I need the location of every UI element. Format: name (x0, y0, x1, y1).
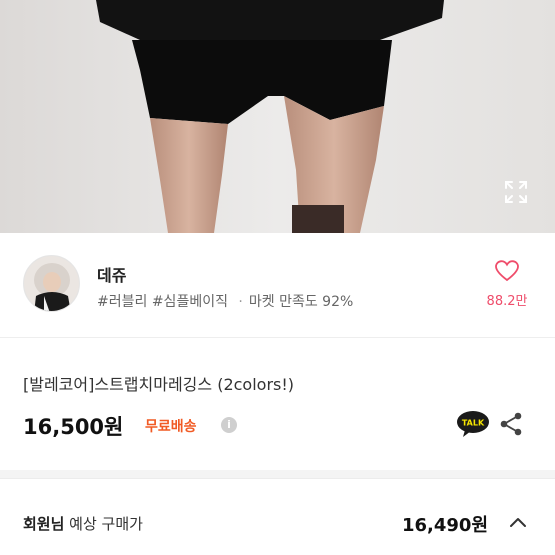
info-icon[interactable]: i (221, 417, 237, 433)
tag-lovely[interactable]: #러블리 (97, 294, 147, 310)
share-icon[interactable] (498, 411, 524, 437)
member-price-label: 회원님 예상 구매가 (23, 513, 143, 534)
tag-simple-basic[interactable]: #심플베이직 (152, 294, 228, 310)
member-label-rest: 예상 구매가 (64, 515, 143, 533)
product-price: 16,500원 (23, 415, 124, 439)
product-image[interactable] (0, 0, 555, 233)
talk-bubble-icon: TALK (457, 411, 489, 437)
seller-name[interactable]: 데쥬 (97, 262, 126, 286)
free-shipping-label: 무료배송 (145, 419, 197, 435)
talk-label: TALK (462, 419, 485, 428)
product-info: [발레코어]스트랩치마레깅스 (2colors!) 16,500원 무료배송 i… (0, 338, 555, 448)
seller-tags: #러블리 #심플베이직 · 마켓 만족도 92% (97, 291, 353, 311)
market-satisfaction: 마켓 만족도 92% (248, 294, 354, 310)
expand-icon[interactable] (502, 178, 530, 206)
product-photo-illustration (0, 0, 555, 233)
tag-separator: · (238, 294, 243, 310)
like-count: 88.2만 (486, 294, 528, 309)
member-price-value: 16,490원 (402, 515, 489, 536)
like-button[interactable]: 88.2만 (480, 260, 534, 309)
heart-outline-icon (495, 260, 519, 282)
member-price-toggle[interactable]: 회원님 예상 구매가 16,490원 (0, 478, 555, 555)
kakao-talk-button[interactable]: TALK (456, 410, 490, 438)
seller-info[interactable]: 데쥬 #러블리 #심플베이직 · 마켓 만족도 92% 88.2만 (0, 233, 555, 338)
section-divider (0, 470, 555, 478)
chevron-up-icon[interactable] (508, 514, 528, 530)
seller-avatar[interactable] (23, 255, 80, 312)
product-title: [발레코어]스트랩치마레깅스 (2colors!) (23, 375, 295, 394)
member-label-strong: 회원님 (23, 515, 65, 533)
